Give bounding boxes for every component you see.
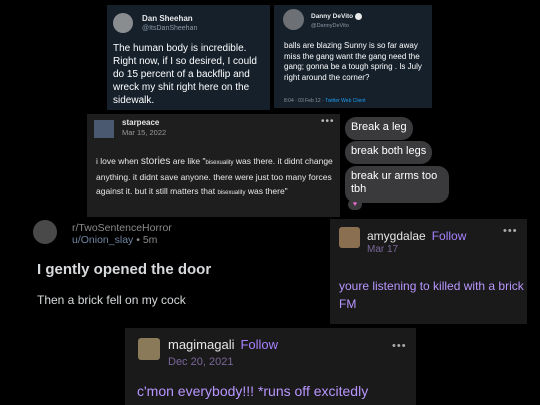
avatar[interactable] — [339, 227, 360, 248]
tweet-author-handle[interactable]: @DannyDeVito — [311, 23, 349, 29]
post-body: Then a brick fell on my cock — [37, 293, 186, 307]
subreddit-name[interactable]: r/TwoSentenceHorror — [72, 222, 172, 234]
follow-button[interactable]: Follow — [432, 229, 467, 243]
post-header: amygdalae Follow — [367, 229, 466, 243]
tweet-text: The human body is incredible. Right now,… — [113, 43, 257, 106]
subreddit-avatar[interactable] — [33, 220, 57, 244]
follow-button[interactable]: Follow — [240, 337, 278, 352]
chat-bubble[interactable]: break both legs — [345, 141, 433, 164]
separator: • — [133, 234, 143, 246]
post-username[interactable]: amygdalae — [367, 229, 426, 243]
tweet-author-name-row[interactable]: Danny DeVito — [311, 13, 363, 20]
post-date: Dec 20, 2021 — [168, 356, 234, 368]
more-options-icon[interactable]: ••• — [321, 116, 335, 127]
chat-bubble[interactable]: break ur arms too tbh — [345, 166, 449, 203]
reddit-post: r/TwoSentenceHorror u/Onion_slay • 5m I … — [33, 220, 320, 320]
tweet-text: balls are blazing Sunny is so far away m… — [284, 41, 422, 82]
post-text-part: bisexuality — [217, 190, 246, 196]
tweet-timestamp[interactable]: 8:04 · 03 Feb 12 · — [284, 98, 325, 104]
post-header: magimagali Follow — [168, 337, 278, 352]
avatar[interactable] — [138, 338, 160, 360]
post-text-part: i love when — [96, 156, 139, 166]
tweet-author-handle[interactable]: @ItsDanSheehan — [142, 25, 197, 32]
heart-reaction-icon[interactable]: ♥ — [348, 199, 362, 210]
post-magimagali: magimagali Follow Dec 20, 2021 ••• c'mon … — [125, 328, 416, 405]
post-date: Mar 17 — [367, 244, 399, 255]
post-author-row: u/Onion_slay • 5m — [72, 234, 157, 246]
post-username[interactable]: starpeace — [122, 118, 159, 127]
post-date: Mar 15, 2022 — [122, 128, 167, 137]
more-options-icon[interactable]: ••• — [392, 340, 407, 352]
tweet-dan-sheehan: Dan Sheehan @ItsDanSheehan The human bod… — [107, 5, 270, 110]
post-text: i love when stories are like "bisexualit… — [96, 154, 338, 200]
post-text: c'mon everybody!!! *runs off excitedly — [137, 383, 369, 399]
chat-bubble[interactable]: Break a leg — [345, 117, 413, 140]
avatar[interactable] — [94, 120, 114, 138]
post-text-part: bisexuality — [205, 160, 234, 166]
post-text-part: stories — [140, 156, 171, 167]
tweet-author-name[interactable]: Danny DeVito — [311, 13, 353, 20]
post-starpeace: starpeace Mar 15, 2022 ••• i love when s… — [87, 114, 340, 217]
post-text-part: was there" — [247, 186, 288, 196]
avatar[interactable] — [113, 13, 133, 33]
verified-badge-icon — [355, 13, 363, 20]
tweet-meta: 8:04 · 03 Feb 12 · Twitter Web Client — [284, 98, 366, 104]
post-title[interactable]: I gently opened the door — [37, 261, 211, 278]
tweet-danny-devito: Danny DeVito @DannyDeVito balls are blaz… — [274, 5, 432, 108]
post-author[interactable]: u/Onion_slay — [72, 234, 133, 246]
tweet-author-name[interactable]: Dan Sheehan — [142, 14, 193, 23]
post-amygdalae: amygdalae Follow Mar 17 ••• youre listeni… — [330, 219, 527, 324]
post-username[interactable]: magimagali — [168, 337, 234, 352]
tweet-client-link[interactable]: Twitter Web Client — [325, 98, 365, 104]
avatar[interactable] — [283, 9, 304, 30]
post-text: youre listening to killed with a brick F… — [339, 279, 524, 311]
post-age: 5m — [142, 234, 158, 246]
post-text-part: are like " — [172, 156, 206, 166]
more-options-icon[interactable]: ••• — [503, 225, 518, 237]
